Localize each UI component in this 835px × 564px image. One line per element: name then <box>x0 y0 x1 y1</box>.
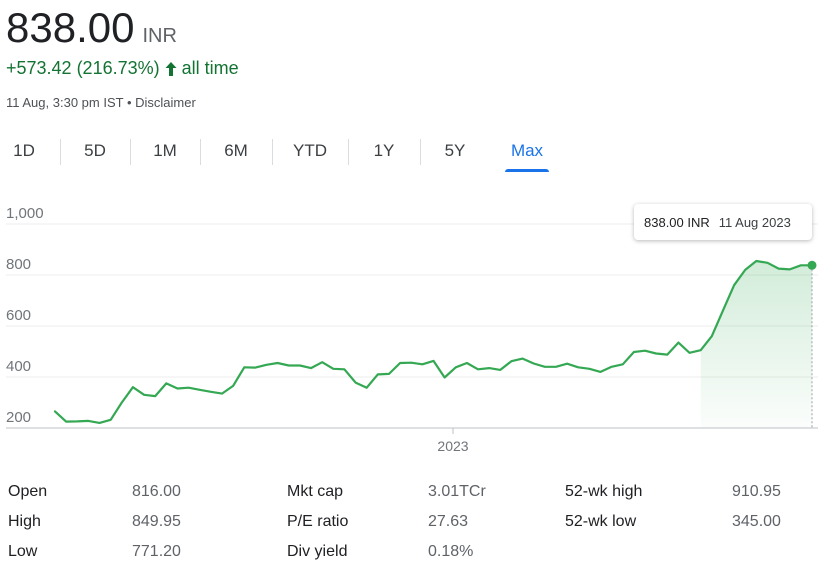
tooltip-date: 11 Aug 2023 <box>718 214 791 230</box>
price-header: 838.00 INR <box>6 4 177 52</box>
stat-value-div-yield: 0.18% <box>428 543 474 560</box>
range-tab-ytd[interactable]: YTD <box>272 132 348 170</box>
stat-value-high: 849.95 <box>132 513 181 530</box>
range-tab-max[interactable]: Max <box>505 132 549 172</box>
tab-separator <box>348 139 349 165</box>
tab-separator <box>200 139 201 165</box>
range-tab-5y[interactable]: 5Y <box>420 132 490 170</box>
y-tick-label: 200 <box>6 409 31 426</box>
y-tick-label: 400 <box>6 358 31 375</box>
range-tab-1y[interactable]: 1Y <box>348 132 420 170</box>
change-period: all time <box>181 58 239 78</box>
stat-label-div-yield: Div yield <box>287 543 348 560</box>
y-tick-label: 1,000 <box>6 205 44 222</box>
tab-separator <box>60 139 61 165</box>
range-tab-1d[interactable]: 1D <box>0 132 48 170</box>
stat-value-52-wk-low: 345.00 <box>732 513 781 530</box>
stat-label-low: Low <box>8 543 38 560</box>
stat-value-mkt-cap: 3.01TCr <box>428 483 486 500</box>
stat-value-low: 771.20 <box>132 543 181 560</box>
x-tick-label: 2023 <box>437 438 468 454</box>
range-tabs: 1D 5D 1M 6M YTD 1Y 5Y Max <box>0 132 560 172</box>
tooltip-value: 838.00 INR <box>644 214 710 230</box>
stat-label-high: High <box>8 513 41 530</box>
stat-label-52-wk-low: 52-wk low <box>565 513 637 530</box>
current-price: 838.00 <box>6 4 135 51</box>
tab-separator <box>272 139 273 165</box>
change-amount: +573.42 (216.73%) <box>6 58 160 78</box>
tab-separator <box>420 139 421 165</box>
price-line <box>53 259 814 424</box>
stat-label-52-wk-high: 52-wk high <box>565 483 643 500</box>
stat-label-p-e-ratio: P/E ratio <box>287 513 349 530</box>
area-fill <box>700 261 812 428</box>
stat-value-p-e-ratio: 27.63 <box>428 513 469 530</box>
range-tab-6m[interactable]: 6M <box>200 132 272 170</box>
stat-value-52-wk-high: 910.95 <box>732 483 781 500</box>
stat-value-open: 816.00 <box>132 483 181 500</box>
last-point-marker <box>807 260 817 270</box>
stat-label-open: Open <box>8 483 48 500</box>
y-tick-label: 800 <box>6 256 31 273</box>
chart-tooltip: 838.00 INR 11 Aug 2023 <box>634 204 812 240</box>
disclaimer-link[interactable]: Disclaimer <box>135 95 196 110</box>
stat-label-mkt-cap: Mkt cap <box>287 483 344 500</box>
price-change: +573.42 (216.73%) all time <box>6 58 239 79</box>
arrow-up-icon <box>165 61 177 76</box>
separator-dot: • <box>126 95 132 110</box>
range-tab-5d[interactable]: 5D <box>60 132 130 170</box>
y-tick-label: 600 <box>6 307 31 324</box>
timestamp: 11 Aug, 3:30 pm IST <box>6 95 124 110</box>
tab-separator <box>130 139 131 165</box>
currency-code: INR <box>142 25 177 47</box>
range-tab-1m[interactable]: 1M <box>130 132 200 170</box>
quote-meta: 11 Aug, 3:30 pm IST • Disclaimer <box>6 95 196 110</box>
